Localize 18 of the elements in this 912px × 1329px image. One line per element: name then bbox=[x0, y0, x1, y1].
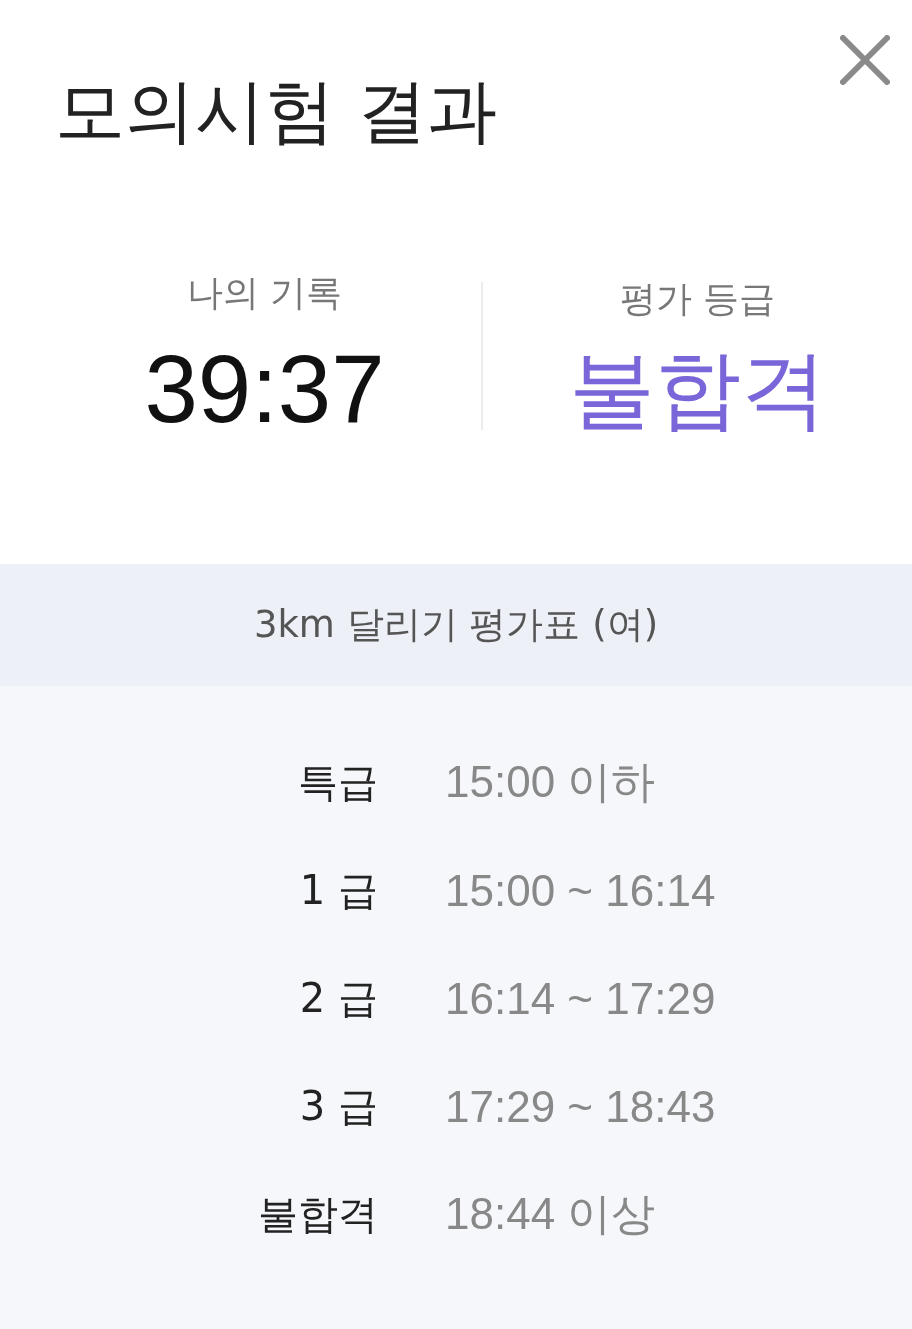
close-icon bbox=[840, 35, 890, 85]
grade-label: 1 급 bbox=[299, 866, 378, 916]
time-range: 17:29 ~ 18:43 bbox=[445, 1081, 716, 1132]
time-range: 15:00 이하 bbox=[445, 756, 656, 809]
grade-label: 불합격 bbox=[258, 1190, 378, 1240]
grade-label: 3 급 bbox=[299, 1082, 378, 1132]
table-title: 3km 달리기 평가표 (여) bbox=[253, 601, 659, 648]
close-button[interactable] bbox=[840, 35, 890, 85]
time-range: 16:14 ~ 17:29 bbox=[445, 973, 716, 1024]
stat-label: 나의 기록 bbox=[186, 271, 343, 315]
stat-label: 평가 등급 bbox=[619, 276, 776, 320]
page-title: 모의시험 결과 bbox=[55, 69, 498, 153]
grade-label: 특급 bbox=[298, 758, 378, 808]
time-range: 15:00 ~ 16:14 bbox=[445, 865, 716, 916]
record-time: 39:37 bbox=[144, 336, 385, 442]
time-range: 18:44 이상 bbox=[445, 1188, 656, 1241]
grade-result: 불합격 bbox=[568, 341, 827, 437]
grade-label: 2 급 bbox=[299, 974, 378, 1024]
